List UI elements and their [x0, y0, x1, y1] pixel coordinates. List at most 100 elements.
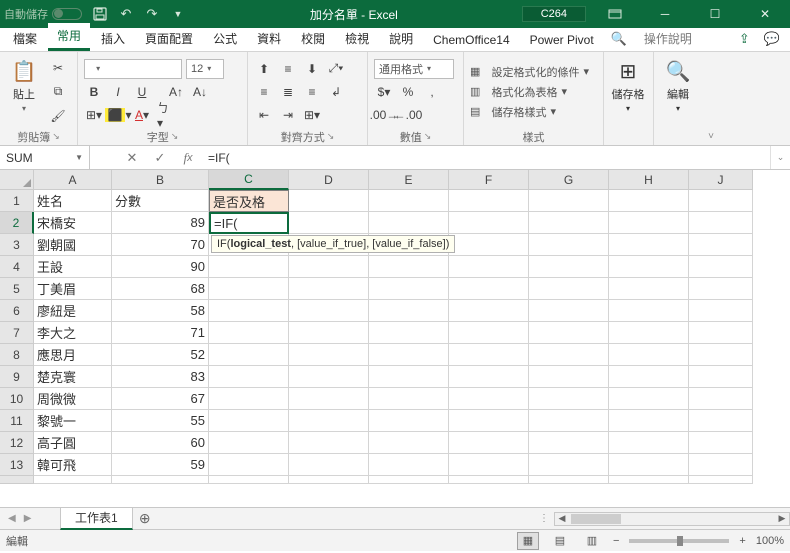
font-family-combo[interactable]: ▾	[84, 59, 182, 79]
cell[interactable]	[289, 410, 369, 432]
zoom-slider[interactable]	[629, 539, 729, 543]
col-header[interactable]: J	[689, 170, 753, 190]
cell[interactable]	[689, 454, 753, 476]
cell[interactable]	[609, 234, 689, 256]
cell-styles-button[interactable]: ▤ 儲存格樣式▾	[470, 104, 589, 120]
tab-data[interactable]: 資料	[248, 26, 290, 51]
cell[interactable]: 廖紐是	[34, 300, 112, 322]
sheet-tab[interactable]: 工作表1	[60, 508, 133, 530]
cell[interactable]	[289, 256, 369, 278]
tab-help[interactable]: 說明	[380, 26, 422, 51]
fx-icon[interactable]: fx	[174, 146, 202, 169]
bold-button[interactable]: B	[84, 82, 104, 102]
tab-powerpivot[interactable]: Power Pivot	[521, 29, 603, 51]
normal-view-icon[interactable]: ▦	[517, 532, 539, 550]
row-header[interactable]: 5	[0, 278, 34, 300]
sheet-nav-next-icon[interactable]: ▶	[24, 513, 32, 524]
cell[interactable]	[449, 432, 529, 454]
cell[interactable]	[449, 256, 529, 278]
cell[interactable]	[529, 190, 609, 212]
cell[interactable]: 83	[112, 366, 209, 388]
cell[interactable]	[609, 432, 689, 454]
currency-icon[interactable]: $▾	[374, 82, 394, 102]
cell[interactable]	[529, 410, 609, 432]
font-color-button[interactable]: A▾	[132, 105, 152, 125]
row-header[interactable]: 6	[0, 300, 34, 322]
cell[interactable]	[449, 322, 529, 344]
cell[interactable]	[209, 300, 289, 322]
row-header[interactable]: 11	[0, 410, 34, 432]
indent-inc-icon[interactable]: ⇥	[278, 105, 298, 125]
cell[interactable]	[209, 278, 289, 300]
cell[interactable]	[289, 454, 369, 476]
col-header[interactable]: F	[449, 170, 529, 190]
cell[interactable]: 周微微	[34, 388, 112, 410]
tab-layout[interactable]: 頁面配置	[136, 26, 202, 51]
cell[interactable]	[369, 212, 449, 234]
cell[interactable]	[209, 454, 289, 476]
cell[interactable]: 王設	[34, 256, 112, 278]
cell[interactable]	[289, 344, 369, 366]
cell[interactable]: 89	[112, 212, 209, 234]
row-header[interactable]: 3	[0, 234, 34, 256]
cell[interactable]	[529, 344, 609, 366]
format-table-button[interactable]: ▥ 格式化為表格▾	[470, 84, 589, 100]
tab-insert[interactable]: 插入	[92, 26, 134, 51]
cell[interactable]	[689, 300, 753, 322]
align-top-icon[interactable]: ⬆	[254, 59, 274, 79]
cell[interactable]	[369, 410, 449, 432]
cell[interactable]: 高子圓	[34, 432, 112, 454]
indent-dec-icon[interactable]: ⇤	[254, 105, 274, 125]
qat-dropdown-icon[interactable]: ▼	[170, 6, 186, 22]
enter-formula-icon[interactable]: ✓	[146, 146, 174, 169]
select-all-corner[interactable]	[0, 170, 34, 190]
cell[interactable]	[209, 256, 289, 278]
share-button[interactable]: ⇪	[733, 27, 756, 51]
cell[interactable]: 90	[112, 256, 209, 278]
cell[interactable]	[209, 322, 289, 344]
align-center-icon[interactable]: ≣	[278, 82, 298, 102]
number-format-combo[interactable]: 通用格式▾	[374, 59, 454, 79]
cell[interactable]	[689, 256, 753, 278]
cell[interactable]	[369, 190, 449, 212]
comma-icon[interactable]: ,	[422, 82, 442, 102]
tab-home[interactable]: 常用	[48, 23, 90, 51]
formula-input[interactable]: =IF(	[202, 146, 770, 169]
row-header[interactable]: 4	[0, 256, 34, 278]
cell[interactable]	[609, 212, 689, 234]
cell[interactable]	[609, 454, 689, 476]
cell[interactable]: 劉朝國	[34, 234, 112, 256]
cell[interactable]: 71	[112, 322, 209, 344]
tab-review[interactable]: 校閱	[292, 26, 334, 51]
row-header[interactable]: 10	[0, 388, 34, 410]
cell[interactable]	[529, 366, 609, 388]
tab-file[interactable]: 檔案	[4, 26, 46, 51]
cell[interactable]	[369, 344, 449, 366]
cell[interactable]	[689, 366, 753, 388]
cell[interactable]	[689, 322, 753, 344]
decimal-dec-icon[interactable]: ←.00	[398, 105, 418, 125]
row-header[interactable]: 2	[0, 212, 34, 234]
cell[interactable]	[529, 388, 609, 410]
orientation-icon[interactable]: ⤢▾	[326, 59, 346, 79]
cell[interactable]	[689, 234, 753, 256]
cell[interactable]	[609, 344, 689, 366]
cell[interactable]: 分數	[112, 190, 209, 212]
shrink-font-icon[interactable]: A↓	[190, 82, 210, 102]
percent-icon[interactable]: %	[398, 82, 418, 102]
expand-formula-icon[interactable]: ⌄	[770, 146, 790, 169]
cell[interactable]	[689, 410, 753, 432]
cell[interactable]: 52	[112, 344, 209, 366]
format-painter-icon[interactable]: 🖌	[48, 106, 68, 126]
cell[interactable]: 丁美眉	[34, 278, 112, 300]
search-icon[interactable]: 🔍	[605, 27, 633, 51]
col-header[interactable]: E	[369, 170, 449, 190]
cell[interactable]	[369, 454, 449, 476]
cell[interactable]: 58	[112, 300, 209, 322]
cell[interactable]	[609, 278, 689, 300]
redo-icon[interactable]: ↷	[144, 6, 160, 22]
name-box[interactable]: SUM▼	[0, 146, 90, 169]
ribbon-display-icon[interactable]	[594, 0, 636, 28]
save-icon[interactable]	[92, 6, 108, 22]
phonetic-icon[interactable]: ㄅ▾	[156, 105, 176, 125]
